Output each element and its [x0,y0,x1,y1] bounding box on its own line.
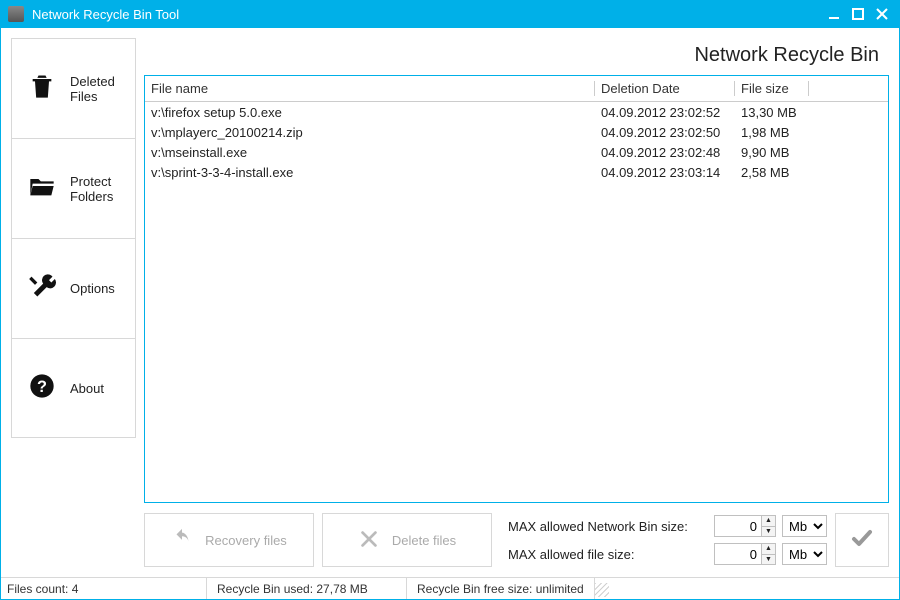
max-file-size-input[interactable]: ▲ ▼ [714,543,776,565]
close-button[interactable] [872,4,892,24]
max-bin-size-row: MAX allowed Network Bin size: ▲ ▼ Mb [508,515,827,537]
cell-name: v:\mplayerc_20100214.zip [145,125,595,140]
size-limits: MAX allowed Network Bin size: ▲ ▼ Mb [500,513,827,567]
sidebar-item-label: Protect Folders [70,174,135,204]
sidebar-item-label: Deleted Files [70,74,135,104]
sidebar-item-label: About [70,381,104,396]
status-used: Recycle Bin used: 27,78 MB [207,578,407,599]
max-bin-value[interactable] [715,516,761,536]
toolbar: Recovery files Delete files MAX allowed … [144,503,889,577]
resize-grip-icon[interactable] [595,583,609,597]
maximize-button[interactable] [848,4,868,24]
max-bin-label: MAX allowed Network Bin size: [508,519,708,534]
status-files-count: Files count: 4 [7,578,207,599]
max-file-unit-select[interactable]: Mb [782,543,827,565]
max-file-size-row: MAX allowed file size: ▲ ▼ Mb [508,543,827,565]
tools-icon [28,272,56,305]
minimize-button[interactable] [824,4,844,24]
cell-size: 9,90 MB [735,145,809,160]
delete-icon [358,528,380,553]
cell-name: v:\firefox setup 5.0.exe [145,105,595,120]
step-down-icon[interactable]: ▼ [762,527,775,537]
svg-text:?: ? [37,377,47,395]
cell-size: 2,58 MB [735,165,809,180]
sidebar-item-options[interactable]: Options [11,238,136,338]
max-bin-size-input[interactable]: ▲ ▼ [714,515,776,537]
delete-files-button[interactable]: Delete files [322,513,492,567]
table-header: File name Deletion Date File size [145,76,888,102]
column-header-size[interactable]: File size [735,81,809,96]
table-row[interactable]: v:\sprint-3-3-4-install.exe04.09.2012 23… [145,162,888,182]
check-icon [850,526,874,555]
cell-name: v:\mseinstall.exe [145,145,595,160]
step-down-icon[interactable]: ▼ [762,555,775,565]
column-header-date[interactable]: Deletion Date [595,81,735,96]
question-icon: ? [28,372,56,405]
cell-date: 04.09.2012 23:03:14 [595,165,735,180]
button-label: Recovery files [205,533,287,548]
spinner-buttons: ▲ ▼ [761,544,775,564]
table-row[interactable]: v:\firefox setup 5.0.exe04.09.2012 23:02… [145,102,888,122]
step-up-icon[interactable]: ▲ [762,516,775,527]
table-body: v:\firefox setup 5.0.exe04.09.2012 23:02… [145,102,888,182]
cell-size: 1,98 MB [735,125,809,140]
page-title: Network Recycle Bin [144,38,889,75]
max-file-label: MAX allowed file size: [508,547,708,562]
column-header-name[interactable]: File name [145,81,595,96]
step-up-icon[interactable]: ▲ [762,544,775,555]
content: Network Recycle Bin File name Deletion D… [144,38,889,577]
status-bar: Files count: 4 Recycle Bin used: 27,78 M… [1,577,899,599]
sidebar-item-label: Options [70,281,115,296]
cell-date: 04.09.2012 23:02:50 [595,125,735,140]
table-row[interactable]: v:\mplayerc_20100214.zip04.09.2012 23:02… [145,122,888,142]
cell-date: 04.09.2012 23:02:48 [595,145,735,160]
sidebar-item-deleted-files[interactable]: Deleted Files [11,38,136,138]
file-table: File name Deletion Date File size v:\fir… [144,75,889,503]
client-area: Deleted Files Protect Folders Options ? … [0,28,900,600]
app-icon [8,6,24,22]
spinner-buttons: ▲ ▼ [761,516,775,536]
table-row[interactable]: v:\mseinstall.exe04.09.2012 23:02:489,90… [145,142,888,162]
title-bar: Network Recycle Bin Tool [0,0,900,28]
cell-name: v:\sprint-3-3-4-install.exe [145,165,595,180]
window-buttons [824,4,892,24]
sidebar-item-about[interactable]: ? About [11,338,136,438]
cell-date: 04.09.2012 23:02:52 [595,105,735,120]
status-free: Recycle Bin free size: unlimited [407,578,595,599]
max-bin-unit-select[interactable]: Mb [782,515,827,537]
trash-icon [28,72,56,105]
undo-icon [171,528,193,553]
main: Deleted Files Protect Folders Options ? … [1,28,899,577]
window-title: Network Recycle Bin Tool [32,7,824,22]
recovery-files-button[interactable]: Recovery files [144,513,314,567]
button-label: Delete files [392,533,456,548]
sidebar-item-protect-folders[interactable]: Protect Folders [11,138,136,238]
sidebar: Deleted Files Protect Folders Options ? … [11,38,136,577]
folder-open-icon [28,172,56,205]
max-file-value[interactable] [715,544,761,564]
apply-button[interactable] [835,513,889,567]
cell-size: 13,30 MB [735,105,809,120]
